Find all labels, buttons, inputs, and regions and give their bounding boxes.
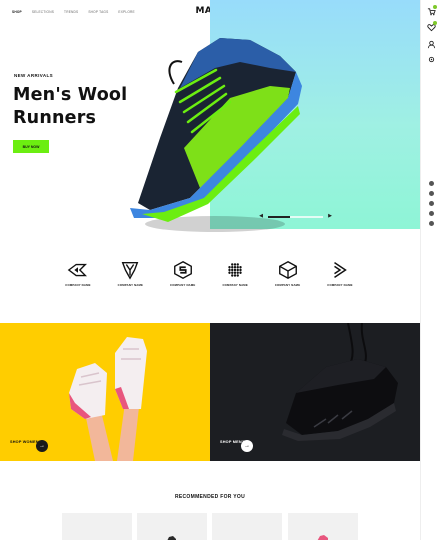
product-card[interactable] xyxy=(62,513,132,540)
settings-icon[interactable] xyxy=(427,55,436,64)
brand-name: COMPANY NAME xyxy=(170,283,196,287)
chevron-right-logo-icon xyxy=(334,262,347,278)
wishlist-icon[interactable] xyxy=(427,21,437,32)
wishlist-badge xyxy=(433,21,437,25)
slider-prev-icon[interactable]: ◀ xyxy=(258,214,264,219)
brand-logo-item[interactable]: COMPANY NAME xyxy=(110,260,150,287)
brand-logo-item[interactable]: COMPANY NAME xyxy=(268,260,308,287)
product-thumbnail xyxy=(317,535,328,540)
cart-icon[interactable] xyxy=(427,5,437,16)
brand-name: COMPANY NAME xyxy=(222,283,248,287)
slider-progress-track[interactable] xyxy=(268,215,323,218)
user-icon[interactable] xyxy=(427,40,436,49)
hero-title-line-1: Men's Wool xyxy=(13,85,128,105)
hero-eyebrow: NEW ARRIVALS xyxy=(14,73,54,78)
brand-logo-item[interactable]: COMPANY NAME xyxy=(58,260,98,287)
facebook-icon[interactable] xyxy=(429,191,434,196)
brand-name: COMPANY NAME xyxy=(65,283,91,287)
hero-title-line-2: Runners xyxy=(13,108,97,128)
product-thumbnail xyxy=(167,536,176,540)
pinterest-icon[interactable] xyxy=(429,211,434,216)
brand-logo-item[interactable]: COMPANY NAME xyxy=(320,260,360,287)
running-shoe-image xyxy=(130,38,302,232)
slider-progress-fill xyxy=(268,215,290,218)
instagram-icon[interactable] xyxy=(429,181,434,186)
brand-name: COMPANY NAME xyxy=(117,283,144,287)
womens-sneakers-image xyxy=(69,337,147,461)
product-card[interactable] xyxy=(137,513,207,540)
men-banner[interactable]: SHOP MEN'S xyxy=(210,323,420,461)
women-banner[interactable]: SHOP WOMEN'S xyxy=(0,323,210,461)
y-shield-logo-icon xyxy=(122,261,139,280)
hero-slider-control: ◀ ▶ xyxy=(258,214,333,219)
shop-womens-arrow-button[interactable]: → xyxy=(36,440,48,452)
brand-logo-item[interactable]: COMPANY NAME xyxy=(215,260,255,287)
slider-next-icon[interactable]: ▶ xyxy=(327,214,333,219)
cart-badge xyxy=(433,5,437,9)
shop-mens-arrow-button[interactable]: → xyxy=(241,440,253,452)
twitter-icon[interactable] xyxy=(429,201,434,206)
arrow-chevron-logo-icon xyxy=(67,263,87,277)
hero-title: Men's Wool Runners xyxy=(13,84,127,130)
recommended-title: RECOMMENDED FOR YOU xyxy=(174,494,246,500)
product-card[interactable] xyxy=(212,513,282,540)
cube-logo-icon xyxy=(278,260,297,280)
buy-now-button[interactable]: BUY NOW xyxy=(13,140,49,153)
brand-logo-item[interactable]: COMPANY NAME xyxy=(163,260,203,287)
brand-name: COMPANY NAME xyxy=(274,283,301,287)
youtube-icon[interactable] xyxy=(429,221,434,226)
right-utility-rail xyxy=(420,0,440,540)
brand-name: COMPANY NAME xyxy=(327,283,353,287)
product-card[interactable] xyxy=(288,513,358,540)
brand-logos-row: COMPANY NAME COMPANY NAME COMPANY NAME C… xyxy=(58,260,360,287)
s-hexagon-logo-icon xyxy=(173,260,192,280)
mens-sneaker-image xyxy=(282,323,398,441)
dot-grid-logo-icon xyxy=(228,263,242,277)
